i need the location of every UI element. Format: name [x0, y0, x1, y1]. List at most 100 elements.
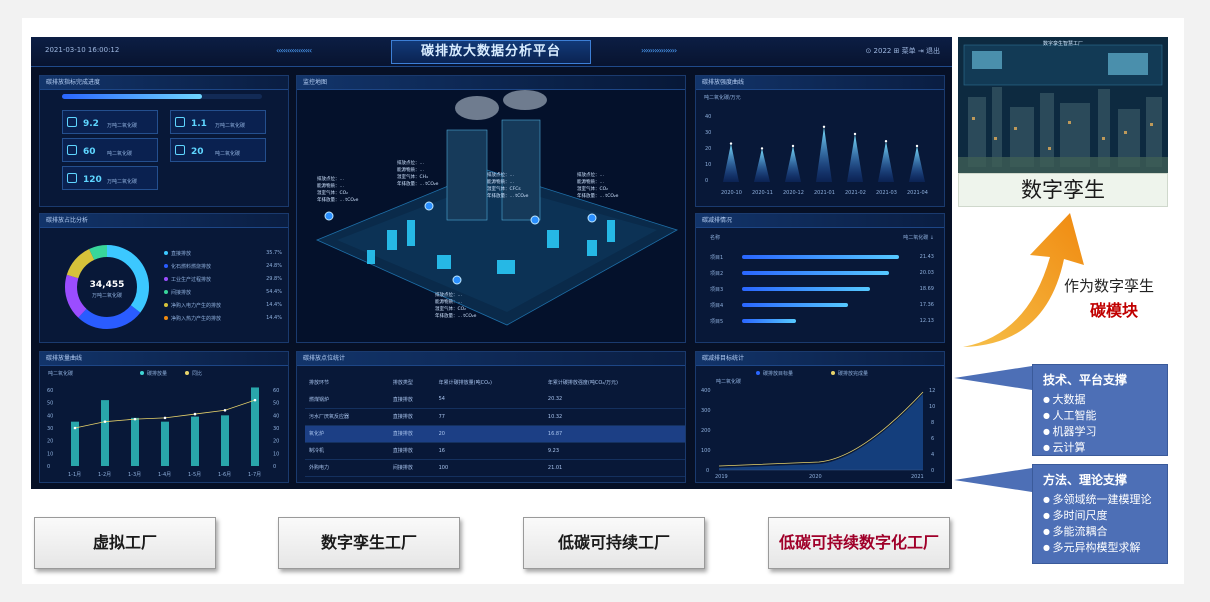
svg-text:温室气体：CH₄: 温室气体：CH₄ [397, 173, 428, 180]
bar [191, 416, 199, 466]
chevron-right-decoration: ›››››››››››››››› [641, 46, 677, 55]
tick-label: 30 [273, 426, 279, 432]
cone-peak [760, 147, 764, 150]
metric-icon [67, 117, 77, 127]
cone-bar [847, 134, 863, 182]
panel-title: 监控地图 [297, 76, 685, 90]
svg-text:2019: 2019 [715, 474, 728, 480]
metric-unit: 吨二氧化碳 [215, 151, 241, 157]
rank-item-value: 21.43 [919, 254, 934, 260]
header-menu[interactable]: ⊙ 2022 ⊞ 菜单 ⇥ 退出 [865, 46, 940, 56]
table-row[interactable]: 燃煤锅炉 直接排放 54 20.32 [305, 391, 685, 409]
metric-value: 1.1 [191, 119, 207, 129]
tick-label: 30 [705, 130, 711, 136]
tech-support-box: 技术、平台支撑 大数据 人工智能 机器学习 云计算 [1032, 364, 1168, 456]
svg-text:能源物质：…: 能源物质：… [487, 178, 514, 185]
x-tick-label: 1-1月 [68, 472, 81, 478]
panel-target-progress: 碳排放指标完成进度 9.2 万吨二氧化碳 1.1 万吨二氧化碳 60 吨二氧化碳 20 吨二氧… [39, 75, 289, 207]
low-carbon-factory-button[interactable]: 低碳可持续工厂 [523, 517, 705, 569]
column-header: 排放环节 [309, 380, 330, 386]
tick-label: 40 [705, 114, 711, 120]
rank-col-name: 名称 [710, 235, 721, 241]
list-item: 机器学习 [1043, 424, 1167, 440]
metric-card: 20 吨二氧化碳 [170, 138, 266, 162]
metric-card: 60 吨二氧化碳 [62, 138, 158, 162]
rank-item-value: 20.03 [919, 270, 934, 276]
tick-label: 40 [273, 413, 279, 419]
cone-peak [853, 132, 857, 136]
tick-label: 50 [273, 401, 279, 407]
list-item: 多领域统一建模理论 [1043, 492, 1167, 508]
tick-label: 10 [47, 451, 53, 457]
rank-item-value: 18.69 [919, 286, 934, 292]
x-tick-label: 2021-04 [907, 190, 928, 196]
svg-text:排放点位：…: 排放点位：… [317, 175, 344, 182]
panel-monitor-map: 监控地图 排放点位：… 能源物质：… 温室气体：CO₂ 年排放量：… tCO₂e 排放… [296, 75, 686, 343]
tick-label: 20 [47, 439, 53, 445]
bar [161, 421, 169, 466]
cone-peak [884, 140, 888, 143]
line-point [253, 398, 257, 402]
table-header: 排放环节 排放类型 年累计碳排放量(吨CO₂) 年累计碳排放强度(吨CO₂/万元… [305, 374, 685, 391]
svg-text:温室气体：CO₂: 温室气体：CO₂ [317, 189, 348, 196]
dashboard-header: 2021-03-10 16:00:12 ‹‹‹‹‹‹‹‹‹‹‹‹‹‹‹‹ 碳排放… [31, 37, 952, 67]
method-box-title: 方法、理论支撑 [1043, 473, 1128, 487]
svg-text:0: 0 [706, 468, 709, 474]
list-item: 多元异构模型求解 [1043, 540, 1167, 556]
legend-yoy: 同比 [185, 370, 202, 377]
panel-point-stats: 碳排放点位统计 排放环节 排放类型 年累计碳排放量(吨CO₂) 年累计碳排放强度… [296, 351, 686, 483]
line-point [223, 408, 227, 412]
svg-text:400: 400 [701, 388, 711, 394]
column-header: 年累计碳排放强度(吨CO₂/万元) [547, 380, 618, 386]
svg-text:12: 12 [929, 388, 935, 394]
cone-bar [816, 126, 832, 182]
table-row[interactable]: 污水厂厌氧反应器 直接排放 77 10.32 [305, 408, 685, 426]
legend-done: 碳排放完成量 [831, 370, 868, 377]
metric-icon [175, 117, 185, 127]
callout-pointers [954, 366, 1032, 492]
x-tick-label: 1-7月 [248, 472, 261, 478]
metric-unit: 万吨二氧化碳 [107, 123, 138, 129]
intensity-cone-chart: 0 10 20 30 40 2020-10 2020-11 2020-12 2021-01 202… [705, 114, 928, 196]
svg-text:能源物质：…: 能源物质：… [317, 182, 344, 189]
digital-twin-factory-button[interactable]: 数字孪生工厂 [278, 517, 460, 569]
svg-text:2021: 2021 [911, 474, 924, 480]
table-row[interactable]: 外购电力 间接排放 100 21.01 [305, 459, 685, 477]
svg-text:排放点位：…: 排放点位：… [487, 171, 514, 178]
arrow-label-line2: 碳模块 [1090, 301, 1139, 320]
panel-reduction-rank: 碳减排情况 名称 吨二氧化碳 ↓ 项目1 21.43 项目2 20.03 项目3 18.6… [695, 213, 945, 343]
svg-text:温室气体：CFCs: 温室气体：CFCs [487, 185, 521, 192]
x-tick-label: 1-2月 [98, 472, 111, 478]
progress-fill [62, 94, 202, 99]
monthly-bar-line-chart: 0 0 10 10 20 20 30 30 40 40 50 50 60 60 1-1月 1-2月 1-3月 1-… [47, 387, 279, 478]
metric-icon [175, 145, 185, 155]
rank-bar [742, 303, 848, 307]
digital-twin-caption: 数字孪生 [958, 173, 1168, 207]
metric-icon [67, 145, 77, 155]
table-row[interactable]: 制冷机 直接排放 16 9.23 [305, 442, 685, 460]
svg-text:能源物质：…: 能源物质：… [577, 178, 604, 185]
panel-intensity-trend: 碳排放强度曲线 吨二氧化碳/万元 0 10 20 30 40 2020-10 2020-11… [695, 75, 945, 207]
metric-card: 120 万吨二氧化碳 [62, 166, 158, 190]
cone-peak [915, 144, 919, 148]
rank-bar [742, 255, 899, 259]
rank-item-name: 项目3 [710, 287, 724, 293]
virtual-factory-button[interactable]: 虚拟工厂 [34, 517, 216, 569]
x-tick-label: 1-6月 [218, 472, 231, 478]
line-point [193, 412, 197, 416]
y-axis-label: 吨二氧化碳 [48, 371, 74, 377]
tick-label: 50 [47, 401, 53, 407]
cone-bar [909, 146, 925, 182]
table-row-selected[interactable]: 氧化炉 直接排放 20 16.87 [305, 425, 685, 443]
svg-text:年排放量：… tCO₂e: 年排放量：… tCO₂e [577, 192, 619, 199]
clock-text: 2021-03-10 16:00:12 [45, 46, 120, 54]
low-carbon-digital-factory-button[interactable]: 低碳可持续数字化工厂 [768, 517, 950, 569]
svg-text:年排放量：… tCO₂e: 年排放量：… tCO₂e [487, 192, 529, 199]
x-tick-label: 2020-10 [721, 190, 742, 196]
svg-text:排放点位：…: 排放点位：… [435, 291, 462, 298]
tick-label: 20 [273, 439, 279, 445]
cone-bar [878, 141, 894, 182]
tick-label: 10 [273, 451, 279, 457]
bar [101, 400, 109, 466]
digital-twin-image: 数字孪生智慧工厂 [958, 37, 1168, 173]
